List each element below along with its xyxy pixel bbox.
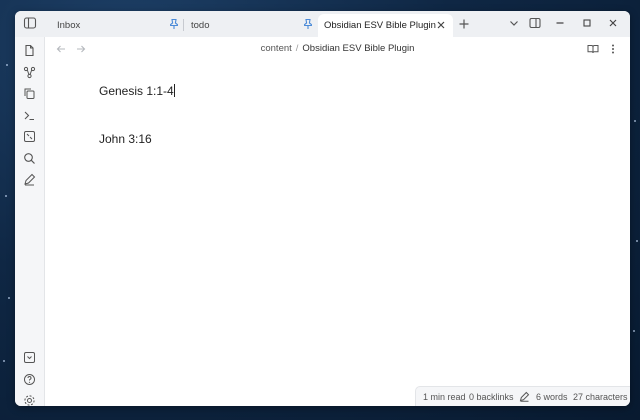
reading-view-icon[interactable] <box>587 43 599 55</box>
app-window: Inbox todo Obsidian ESV Bible Plugin con… <box>15 11 630 406</box>
pin-icon[interactable] <box>168 18 180 30</box>
search-icon[interactable] <box>23 152 36 165</box>
graph-icon[interactable] <box>23 66 36 79</box>
maximize-icon[interactable] <box>581 17 593 29</box>
help-icon[interactable] <box>23 373 36 386</box>
tab-active-label: Obsidian ESV Bible Plugin <box>324 20 436 31</box>
pencil-icon[interactable] <box>519 391 530 402</box>
new-tab-icon[interactable] <box>458 18 470 30</box>
more-options-icon[interactable] <box>607 43 619 55</box>
minimize-icon[interactable] <box>554 17 566 29</box>
terminal-icon[interactable] <box>23 109 36 122</box>
pin-icon[interactable] <box>302 18 314 30</box>
breadcrumb-current[interactable]: Obsidian ESV Bible Plugin <box>302 43 414 54</box>
canvas-icon[interactable] <box>23 130 36 143</box>
editor-line[interactable]: John 3:16 <box>99 132 152 146</box>
status-backlinks[interactable]: 0 backlinks <box>469 392 514 402</box>
sidebar-toggle-icon[interactable] <box>23 16 37 30</box>
editor[interactable]: Genesis 1:1-4 John 3:16 <box>45 61 630 391</box>
editor-line[interactable]: Genesis 1:1-4 <box>99 84 175 98</box>
copy-icon[interactable] <box>23 87 36 100</box>
text-cursor <box>173 84 175 97</box>
close-icon[interactable] <box>435 19 447 31</box>
breadcrumb-separator: / <box>295 43 299 54</box>
tab-todo[interactable]: todo <box>182 14 318 37</box>
status-bar: 1 min read 0 backlinks 6 words 27 charac… <box>415 386 630 406</box>
editor-line-text: John 3:16 <box>99 132 152 146</box>
right-sidebar-toggle-icon[interactable] <box>529 17 541 29</box>
settings-icon[interactable] <box>23 394 36 406</box>
title-bar: Inbox todo Obsidian ESV Bible Plugin <box>15 11 630 37</box>
status-read-time: 1 min read <box>423 392 466 402</box>
files-icon[interactable] <box>23 44 36 57</box>
tab-inbox-label: Inbox <box>57 20 81 31</box>
view-header: content / Obsidian ESV Bible Plugin <box>45 37 630 61</box>
close-window-icon[interactable] <box>607 17 619 29</box>
status-characters: 27 characters <box>573 392 628 402</box>
pencil-icon[interactable] <box>23 173 36 186</box>
chevron-down-icon[interactable] <box>508 17 520 29</box>
breadcrumb: content / Obsidian ESV Bible Plugin <box>45 43 630 54</box>
tab-obsidian-esv-bible-plugin[interactable]: Obsidian ESV Bible Plugin <box>318 14 453 37</box>
status-words: 6 words <box>536 392 568 402</box>
vault-icon[interactable] <box>23 351 36 364</box>
tab-todo-label: todo <box>191 20 210 31</box>
left-ribbon <box>15 37 45 406</box>
editor-line-text: Genesis 1:1-4 <box>99 84 174 98</box>
breadcrumb-folder[interactable]: content <box>261 43 292 54</box>
tab-inbox[interactable]: Inbox <box>48 14 184 37</box>
